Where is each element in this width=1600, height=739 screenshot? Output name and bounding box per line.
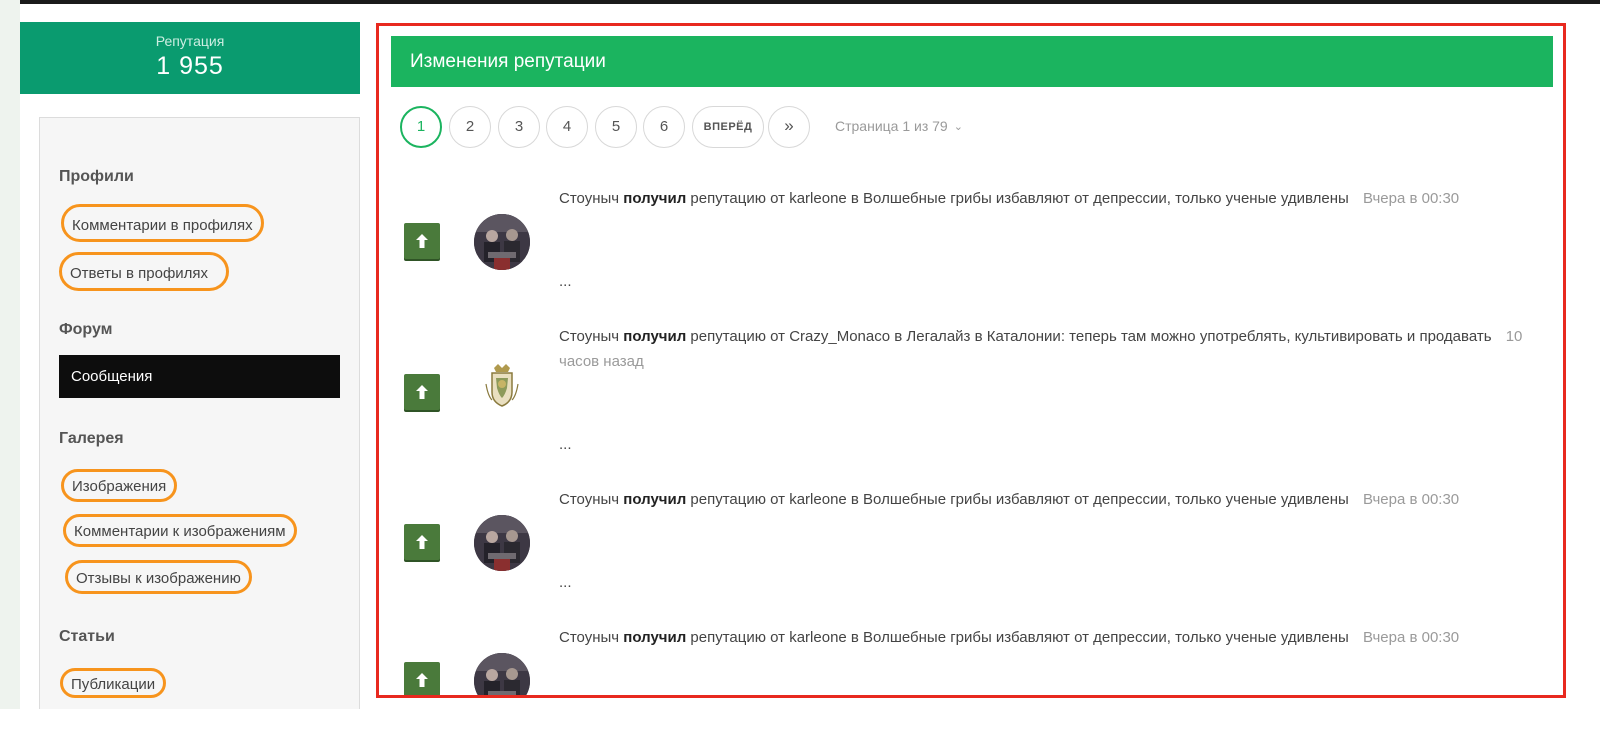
arrow-up-icon — [416, 385, 428, 399]
chevron-down-icon: ⌄ — [953, 121, 963, 133]
feed-time: Вчера в 00:30 — [1362, 190, 1460, 207]
feed-excerpt: ... — [559, 574, 572, 591]
rep-up-button[interactable] — [404, 662, 440, 695]
bottom-strip — [0, 709, 1600, 739]
reputation-changes-panel: Изменения репутации 1 2 3 4 5 6 ВПЕРЁД »… — [376, 23, 1566, 698]
rep-up-button[interactable] — [404, 374, 440, 410]
reputation-card: Репутация 1 955 — [20, 22, 360, 94]
feed-action: получил — [623, 190, 687, 207]
feed-description[interactable]: репутацию от karleone в Волшебные грибы … — [690, 190, 1348, 207]
page-button-6[interactable]: 6 — [643, 106, 685, 148]
feed-text: Стоуныч получил репутацию от Crazy_Monac… — [559, 324, 1539, 374]
page-button-4[interactable]: 4 — [546, 106, 588, 148]
arrow-up-icon — [416, 673, 428, 687]
last-page-button[interactable]: » — [768, 106, 810, 148]
top-bar — [20, 0, 1600, 4]
page-button-1[interactable]: 1 — [400, 106, 442, 148]
sidebar-item-gallery-images[interactable]: Изображения — [61, 469, 178, 502]
feed-excerpt: ... — [559, 436, 572, 453]
feed-action: получил — [623, 629, 687, 646]
avatar[interactable] — [474, 515, 530, 571]
panel-title: Изменения репутации — [391, 36, 1553, 87]
sidebar-heading-gallery: Галерея — [59, 430, 124, 447]
page-button-3[interactable]: 3 — [498, 106, 540, 148]
sidebar-item-gallery-image-reviews[interactable]: Отзывы к изображению — [65, 560, 252, 594]
feed-action: получил — [623, 328, 687, 345]
sidebar-item-forum-posts[interactable]: Сообщения — [59, 355, 340, 398]
feed-description[interactable]: репутацию от karleone в Волшебные грибы … — [690, 629, 1348, 646]
left-background-strip — [0, 0, 20, 739]
arrow-up-icon — [416, 234, 428, 248]
reputation-value: 1 955 — [156, 52, 224, 80]
feed-excerpt: ... — [559, 273, 572, 290]
feed-description[interactable]: репутацию от karleone в Волшебные грибы … — [690, 491, 1348, 508]
feed-user[interactable]: Стоуныч — [559, 190, 619, 207]
feed-user[interactable]: Стоуныч — [559, 491, 619, 508]
rep-up-button[interactable] — [404, 223, 440, 259]
reputation-label: Репутация — [155, 33, 225, 49]
sidebar-heading-articles: Статьи — [59, 628, 115, 645]
feed-user[interactable]: Стоуныч — [559, 629, 619, 646]
feed-text: Стоуныч получил репутацию от karleone в … — [559, 487, 1539, 512]
avatar[interactable] — [474, 214, 530, 270]
sidebar-item-articles-publications[interactable]: Публикации — [60, 668, 167, 698]
feed-text: Стоуныч получил репутацию от karleone в … — [559, 186, 1539, 211]
avatar[interactable] — [474, 653, 530, 695]
sidebar-item-gallery-image-comments[interactable]: Комментарии к изображениям — [63, 514, 297, 547]
feed-text: Стоуныч получил репутацию от karleone в … — [559, 625, 1539, 650]
feed-action: получил — [623, 491, 687, 508]
avatar-photo-icon — [474, 653, 530, 695]
page-info-text: Страница 1 из 79 — [835, 118, 948, 134]
rep-up-button[interactable] — [404, 524, 440, 560]
avatar-photo-icon — [474, 214, 530, 270]
feed-user[interactable]: Стоуныч — [559, 328, 619, 345]
feed-time: Вчера в 00:30 — [1362, 629, 1460, 646]
avatar-photo-icon — [474, 515, 530, 571]
monaco-crest-icon — [474, 362, 530, 418]
feed-description[interactable]: репутацию от Crazy_Monaco в Легалайз в К… — [690, 328, 1491, 345]
sidebar-heading-forum: Форум — [59, 321, 113, 338]
page-button-5[interactable]: 5 — [595, 106, 637, 148]
page-info-dropdown[interactable]: Страница 1 из 79 ⌄ — [835, 106, 963, 146]
page: Репутация 1 955 Профили Комментарии в пр… — [0, 0, 1600, 739]
sidebar-item-profile-replies[interactable]: Ответы в профилях — [59, 252, 230, 291]
avatar[interactable] — [474, 362, 530, 418]
next-page-button[interactable]: ВПЕРЁД — [692, 106, 764, 148]
page-button-2[interactable]: 2 — [449, 106, 491, 148]
sidebar-heading-profiles: Профили — [59, 168, 134, 185]
sidebar-item-profile-comments[interactable]: Комментарии в профилях — [61, 204, 264, 242]
feed-time: Вчера в 00:30 — [1362, 491, 1460, 508]
arrow-up-icon — [416, 535, 428, 549]
